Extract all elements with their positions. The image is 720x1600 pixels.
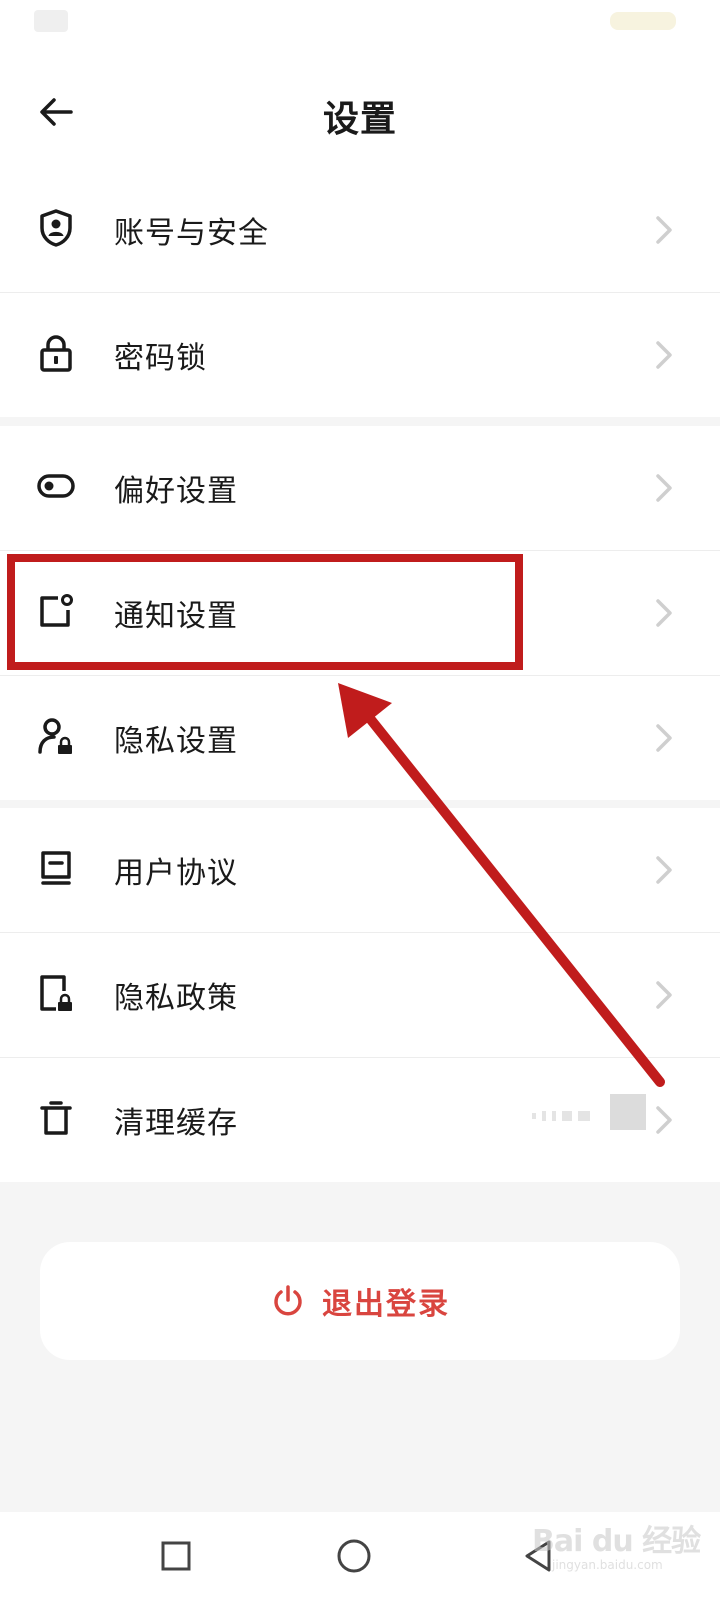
cache-size-unit [610, 1094, 646, 1130]
settings-item-label: 偏好设置 [114, 474, 238, 509]
settings-item-user-agreement[interactable]: 用户协议 [0, 808, 720, 933]
cache-size-value [532, 1111, 590, 1121]
trash-icon [36, 1096, 76, 1140]
settings-item-label: 通知设置 [114, 599, 238, 634]
chevron-right-icon [656, 856, 672, 884]
settings-item-preferences[interactable]: 偏好设置 [0, 426, 720, 551]
page-title: 设置 [322, 99, 397, 140]
settings-group-account: 账号与安全 密码锁 [0, 168, 720, 417]
logout-label: 退出登录 [322, 1287, 450, 1322]
status-bar [0, 0, 720, 60]
settings-item-label: 隐私设置 [114, 724, 238, 759]
power-icon [274, 1285, 302, 1316]
triangle-back-icon [525, 1540, 551, 1572]
status-bar-left-element [34, 10, 68, 32]
circle-icon [337, 1539, 371, 1573]
back-nav-button[interactable] [514, 1532, 562, 1580]
system-nav-bar [0, 1512, 720, 1600]
chevron-right-icon [656, 474, 672, 502]
status-bar-right-element [610, 12, 676, 30]
recent-apps-button[interactable] [152, 1532, 200, 1580]
settings-item-account-security[interactable]: 账号与安全 [0, 168, 720, 293]
notification-icon [36, 589, 76, 633]
header: 设置 [0, 60, 720, 169]
settings-item-label: 账号与安全 [114, 216, 269, 251]
chevron-right-icon [656, 341, 672, 369]
chevron-right-icon [656, 724, 672, 752]
settings-item-label: 用户协议 [114, 856, 238, 891]
shield-user-icon [36, 206, 76, 250]
settings-item-password-lock[interactable]: 密码锁 [0, 293, 720, 417]
home-button[interactable] [330, 1532, 378, 1580]
settings-item-label: 清理缓存 [114, 1106, 238, 1141]
settings-item-label: 隐私政策 [114, 981, 238, 1016]
book-icon [36, 846, 76, 890]
settings-item-clear-cache[interactable]: 清理缓存 [0, 1058, 720, 1182]
settings-group-preferences: 偏好设置 通知设置 隐私设置 [0, 426, 720, 800]
chevron-right-icon [656, 1106, 672, 1134]
lock-icon [36, 331, 76, 375]
logout-content: 退出登录 [270, 1279, 450, 1323]
chevron-right-icon [656, 981, 672, 1009]
toggle-icon [36, 464, 76, 508]
logout-button[interactable]: 退出登录 [40, 1242, 680, 1360]
document-lock-icon [36, 971, 76, 1015]
user-lock-icon [36, 714, 76, 758]
chevron-right-icon [656, 216, 672, 244]
settings-item-privacy-policy[interactable]: 隐私政策 [0, 933, 720, 1058]
chevron-right-icon [656, 599, 672, 627]
settings-item-privacy[interactable]: 隐私设置 [0, 676, 720, 800]
settings-item-label: 密码锁 [114, 341, 207, 376]
settings-item-notifications[interactable]: 通知设置 [0, 551, 720, 676]
square-icon [161, 1541, 191, 1571]
settings-group-legal: 用户协议 隐私政策 清理缓存 [0, 808, 720, 1182]
